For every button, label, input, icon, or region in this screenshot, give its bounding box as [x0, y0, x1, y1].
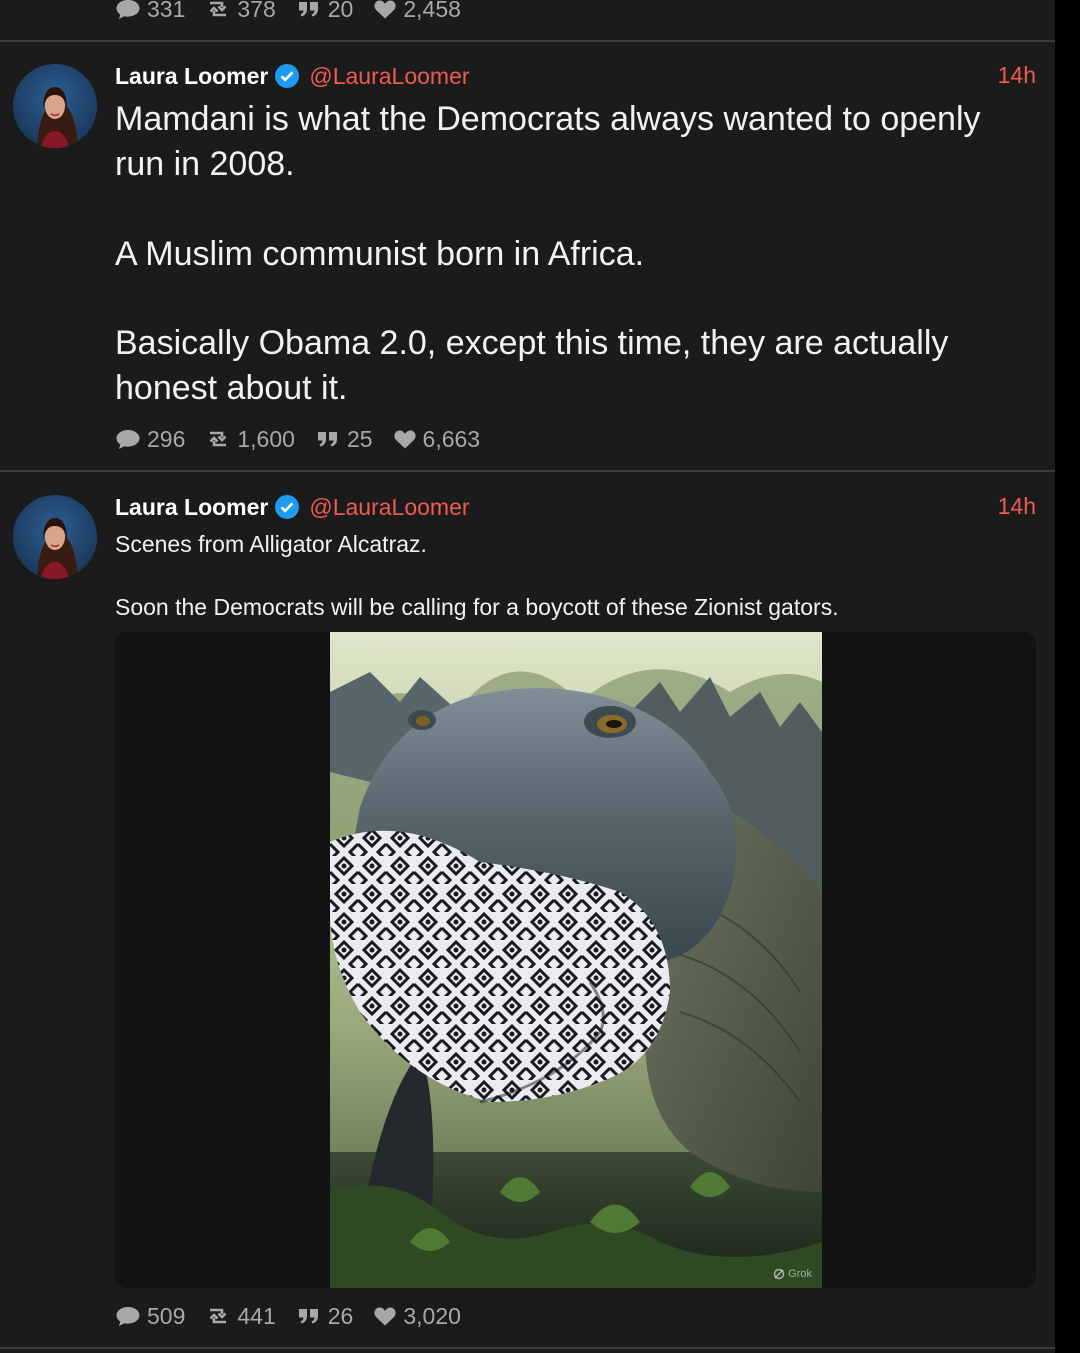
reply-icon — [116, 1307, 140, 1326]
post-text: A Muslim communist born in Africa. — [115, 235, 645, 273]
repost-icon — [209, 431, 227, 447]
like-button[interactable]: 2,458 — [373, 0, 461, 23]
quote-count: 25 — [346, 425, 373, 452]
repost-icon — [209, 1308, 227, 1324]
repost-button[interactable]: 1,600 — [205, 426, 295, 453]
avatar[interactable] — [13, 495, 97, 579]
timeline-feed: 331 378 20 2,458 Laura Loomer @LauraLoom… — [0, 0, 1055, 1353]
repost-button[interactable]: 441 — [205, 1302, 276, 1330]
verified-badge-icon — [275, 495, 300, 519]
quote-icon — [298, 1309, 318, 1324]
post-stats: 509 441 26 3,020 — [115, 1301, 461, 1331]
post-divider — [0, 1347, 1055, 1349]
post-text: Basically Obama 2.0, except this time, t… — [115, 324, 949, 407]
repost-count: 378 — [237, 0, 276, 22]
like-count: 2,458 — [403, 0, 461, 22]
like-count: 6,663 — [422, 425, 481, 452]
repost-button[interactable]: 378 — [205, 0, 276, 23]
post-stats: 331 378 20 2,458 — [115, 0, 461, 24]
repost-count: 1,600 — [237, 425, 295, 452]
avatar[interactable] — [13, 64, 97, 148]
post-text: Mamdani is what the Democrats always wan… — [115, 100, 981, 183]
post-media[interactable]: Grok — [115, 632, 1036, 1288]
quote-count: 26 — [327, 1302, 354, 1329]
quote-button[interactable]: 25 — [315, 426, 373, 453]
reply-count: 331 — [147, 0, 186, 22]
like-icon — [374, 1307, 396, 1326]
post-text: Scenes from Alligator Alcatraz. — [115, 531, 427, 557]
quote-button[interactable]: 20 — [296, 0, 354, 23]
reply-count: 296 — [147, 425, 186, 452]
reply-button[interactable]: 331 — [115, 0, 185, 23]
like-icon — [393, 430, 416, 449]
author-handle[interactable]: @LauraLoomer — [309, 63, 469, 90]
grok-logo-icon — [773, 1268, 785, 1280]
quote-count: 20 — [327, 0, 354, 22]
reply-count: 509 — [147, 1302, 186, 1329]
post-timestamp[interactable]: 14h — [998, 493, 1036, 520]
post-header: Laura Loomer @LauraLoomer — [115, 60, 470, 92]
verified-badge-icon — [275, 64, 300, 88]
author-handle[interactable]: @LauraLoomer — [309, 494, 469, 521]
like-button[interactable]: 3,020 — [373, 1303, 461, 1330]
reply-button[interactable]: 296 — [115, 426, 185, 453]
post-timestamp[interactable]: 14h — [998, 62, 1036, 89]
post-header: Laura Loomer @LauraLoomer — [115, 491, 470, 523]
media-image[interactable]: Grok — [330, 632, 822, 1288]
quote-button[interactable]: 26 — [296, 1302, 354, 1330]
like-icon — [374, 0, 396, 19]
like-count: 3,020 — [403, 1302, 461, 1329]
media-watermark: Grok — [773, 1268, 812, 1280]
post-divider — [0, 40, 1055, 42]
watermark-text: Grok — [788, 1268, 812, 1280]
like-button[interactable]: 6,663 — [393, 425, 481, 453]
reply-icon — [116, 0, 140, 19]
author-name[interactable]: Laura Loomer — [115, 63, 268, 90]
post-divider — [0, 470, 1055, 472]
repost-icon — [209, 1, 227, 17]
reply-icon — [116, 430, 140, 449]
repost-count: 441 — [237, 1302, 276, 1329]
quote-icon — [298, 2, 318, 17]
alligator-image — [330, 632, 822, 1288]
post-text: Soon the Democrats will be calling for a… — [115, 594, 839, 620]
author-name[interactable]: Laura Loomer — [115, 494, 268, 521]
quote-icon — [317, 432, 337, 447]
reply-button[interactable]: 509 — [115, 1303, 185, 1330]
post-stats: 296 1,600 25 6,663 — [115, 424, 480, 454]
